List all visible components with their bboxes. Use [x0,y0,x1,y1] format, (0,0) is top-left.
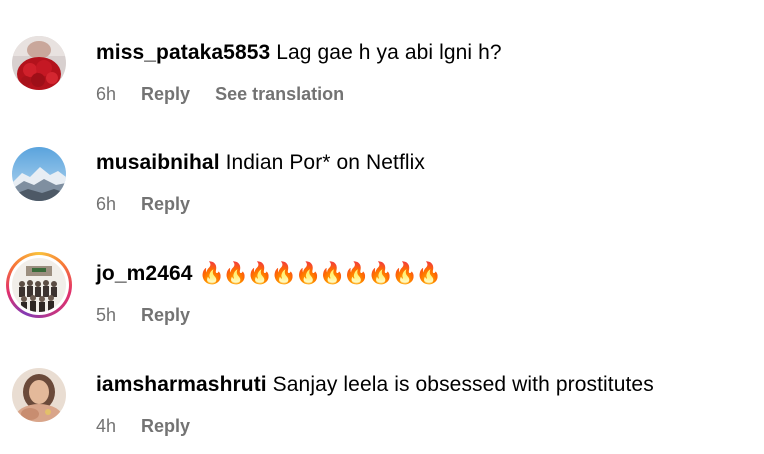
timestamp: 4h [96,416,117,436]
group-photo-avatar [12,258,66,312]
see-translation-button[interactable]: See translation [215,84,344,104]
comment-line: iamsharmashruti Sanjay leela is obsessed… [96,372,654,398]
reply-button[interactable]: Reply [141,305,190,325]
comment-text: Lag gae h ya abi lgni h? [276,41,502,64]
comment-meta: 6h Reply See translation [96,83,364,105]
comment-text: Indian Por* on Netflix [225,151,426,174]
woman-portrait-avatar[interactable] [12,368,66,422]
timestamp: 6h [96,194,117,214]
username-link[interactable]: jo_m2464 [96,262,193,285]
comment-line: jo_m2464 🔥🔥🔥🔥🔥🔥🔥🔥🔥🔥 [96,261,442,287]
comment-item: iamsharmashruti Sanjay leela is obsessed… [0,354,764,454]
reply-button[interactable]: Reply [141,416,190,436]
comment-text: 🔥🔥🔥🔥🔥🔥🔥🔥🔥🔥 [198,262,441,285]
story-ring[interactable] [6,252,72,318]
comment-item: miss_pataka5853 Lag gae h ya abi lgni h?… [0,22,764,122]
username-link[interactable]: iamsharmashruti [96,373,267,396]
comment-line: miss_pataka5853 Lag gae h ya abi lgni h? [96,40,502,66]
timestamp: 5h [96,305,117,325]
reply-button[interactable]: Reply [141,84,190,104]
snowy-mountain-avatar[interactable] [12,147,66,201]
comment-meta: 5h Reply [96,304,210,326]
username-link[interactable]: miss_pataka5853 [96,41,270,64]
comment-text: Sanjay leela is obsessed with prostitute… [272,373,654,396]
comment-meta: 4h Reply [96,415,210,437]
comment-item: jo_m2464 🔥🔥🔥🔥🔥🔥🔥🔥🔥🔥 5h Reply [0,243,764,343]
comment-line: musaibnihal Indian Por* on Netflix [96,150,425,176]
comment-item: musaibnihal Indian Por* on Netflix 6h Re… [0,132,764,232]
timestamp: 6h [96,84,117,104]
username-link[interactable]: musaibnihal [96,151,220,174]
reply-button[interactable]: Reply [141,194,190,214]
comment-meta: 6h Reply [96,193,210,215]
red-roses-avatar[interactable] [12,36,66,90]
